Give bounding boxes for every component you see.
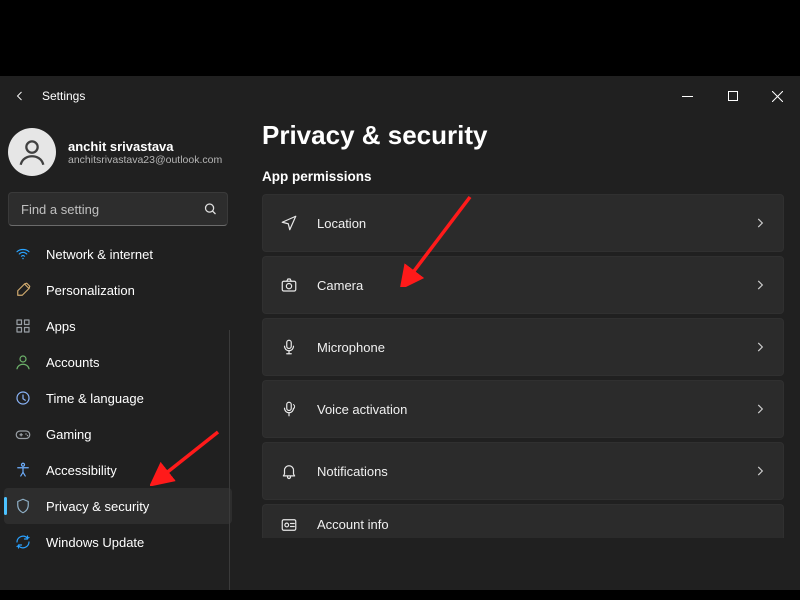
- tile-label: Account info: [317, 517, 389, 532]
- sidebar-item-label: Windows Update: [46, 535, 144, 550]
- minimize-button[interactable]: [665, 76, 710, 116]
- tile-label: Notifications: [317, 464, 388, 479]
- sidebar-item-shield[interactable]: Privacy & security: [4, 488, 232, 524]
- titlebar: Settings: [0, 76, 800, 116]
- profile-email: anchitsrivastava23@outlook.com: [68, 154, 222, 166]
- sidebar-item-label: Network & internet: [46, 247, 153, 262]
- close-button[interactable]: [755, 76, 800, 116]
- tile-microphone[interactable]: Microphone: [262, 318, 784, 376]
- chevron-right-icon: [753, 402, 767, 416]
- sidebar-item-accessibility[interactable]: Accessibility: [4, 452, 232, 488]
- tile-label: Voice activation: [317, 402, 407, 417]
- tile-camera[interactable]: Camera: [262, 256, 784, 314]
- sidebar-item-wifi[interactable]: Network & internet: [4, 236, 232, 272]
- avatar: [8, 128, 56, 176]
- shield-icon: [14, 497, 32, 515]
- window-controls: [665, 76, 800, 116]
- active-indicator: [4, 497, 7, 515]
- profile-block[interactable]: anchit srivastava anchitsrivastava23@out…: [4, 116, 232, 190]
- profile-name: anchit srivastava: [68, 139, 222, 154]
- sidebar-item-label: Accessibility: [46, 463, 117, 478]
- tile-label: Camera: [317, 278, 363, 293]
- person-icon: [14, 353, 32, 371]
- tile-voice[interactable]: Voice activation: [262, 380, 784, 438]
- sidebar-item-label: Accounts: [46, 355, 99, 370]
- search-wrap: [8, 192, 228, 226]
- nav: Network & internet Personalization Apps Acc…: [4, 236, 232, 590]
- accessibility-icon: [14, 461, 32, 479]
- search-input[interactable]: [8, 192, 228, 226]
- camera-icon: [279, 275, 299, 295]
- tile-account[interactable]: Account info: [262, 504, 784, 538]
- sidebar-item-label: Apps: [46, 319, 76, 334]
- tile-list: Location Camera Microphone Voice activation…: [262, 194, 784, 538]
- chevron-right-icon: [753, 216, 767, 230]
- gaming-icon: [14, 425, 32, 443]
- sidebar-item-gaming[interactable]: Gaming: [4, 416, 232, 452]
- sidebar-item-clock[interactable]: Time & language: [4, 380, 232, 416]
- tile-label: Microphone: [317, 340, 385, 355]
- wifi-icon: [14, 245, 32, 263]
- sidebar: anchit srivastava anchitsrivastava23@out…: [0, 116, 236, 590]
- update-icon: [14, 533, 32, 551]
- clock-icon: [14, 389, 32, 407]
- nav-list: Network & internet Personalization Apps Acc…: [4, 236, 232, 560]
- voice-icon: [279, 399, 299, 419]
- microphone-icon: [279, 337, 299, 357]
- settings-window: Settings anchit srivastava anchitsrivas: [0, 76, 800, 590]
- sidebar-item-update[interactable]: Windows Update: [4, 524, 232, 560]
- chevron-right-icon: [753, 340, 767, 354]
- section-title: App permissions: [262, 169, 784, 184]
- search-icon: [203, 202, 218, 217]
- sidebar-item-brush[interactable]: Personalization: [4, 272, 232, 308]
- main-panel: Privacy & security App permissions Locat…: [236, 116, 800, 590]
- sidebar-item-person[interactable]: Accounts: [4, 344, 232, 380]
- back-button[interactable]: [14, 89, 26, 103]
- sidebar-item-apps[interactable]: Apps: [4, 308, 232, 344]
- brush-icon: [14, 281, 32, 299]
- chevron-right-icon: [753, 278, 767, 292]
- tile-location[interactable]: Location: [262, 194, 784, 252]
- page-title: Privacy & security: [262, 120, 784, 151]
- tile-bell[interactable]: Notifications: [262, 442, 784, 500]
- account-icon: [279, 515, 299, 535]
- chevron-right-icon: [753, 464, 767, 478]
- location-icon: [279, 213, 299, 233]
- sidebar-item-label: Privacy & security: [46, 499, 149, 514]
- sidebar-item-label: Personalization: [46, 283, 135, 298]
- apps-icon: [14, 317, 32, 335]
- nav-separator: [229, 330, 230, 590]
- bell-icon: [279, 461, 299, 481]
- sidebar-item-label: Gaming: [46, 427, 92, 442]
- maximize-button[interactable]: [710, 76, 755, 116]
- sidebar-item-label: Time & language: [46, 391, 144, 406]
- tile-label: Location: [317, 216, 366, 231]
- window-title: Settings: [42, 89, 85, 103]
